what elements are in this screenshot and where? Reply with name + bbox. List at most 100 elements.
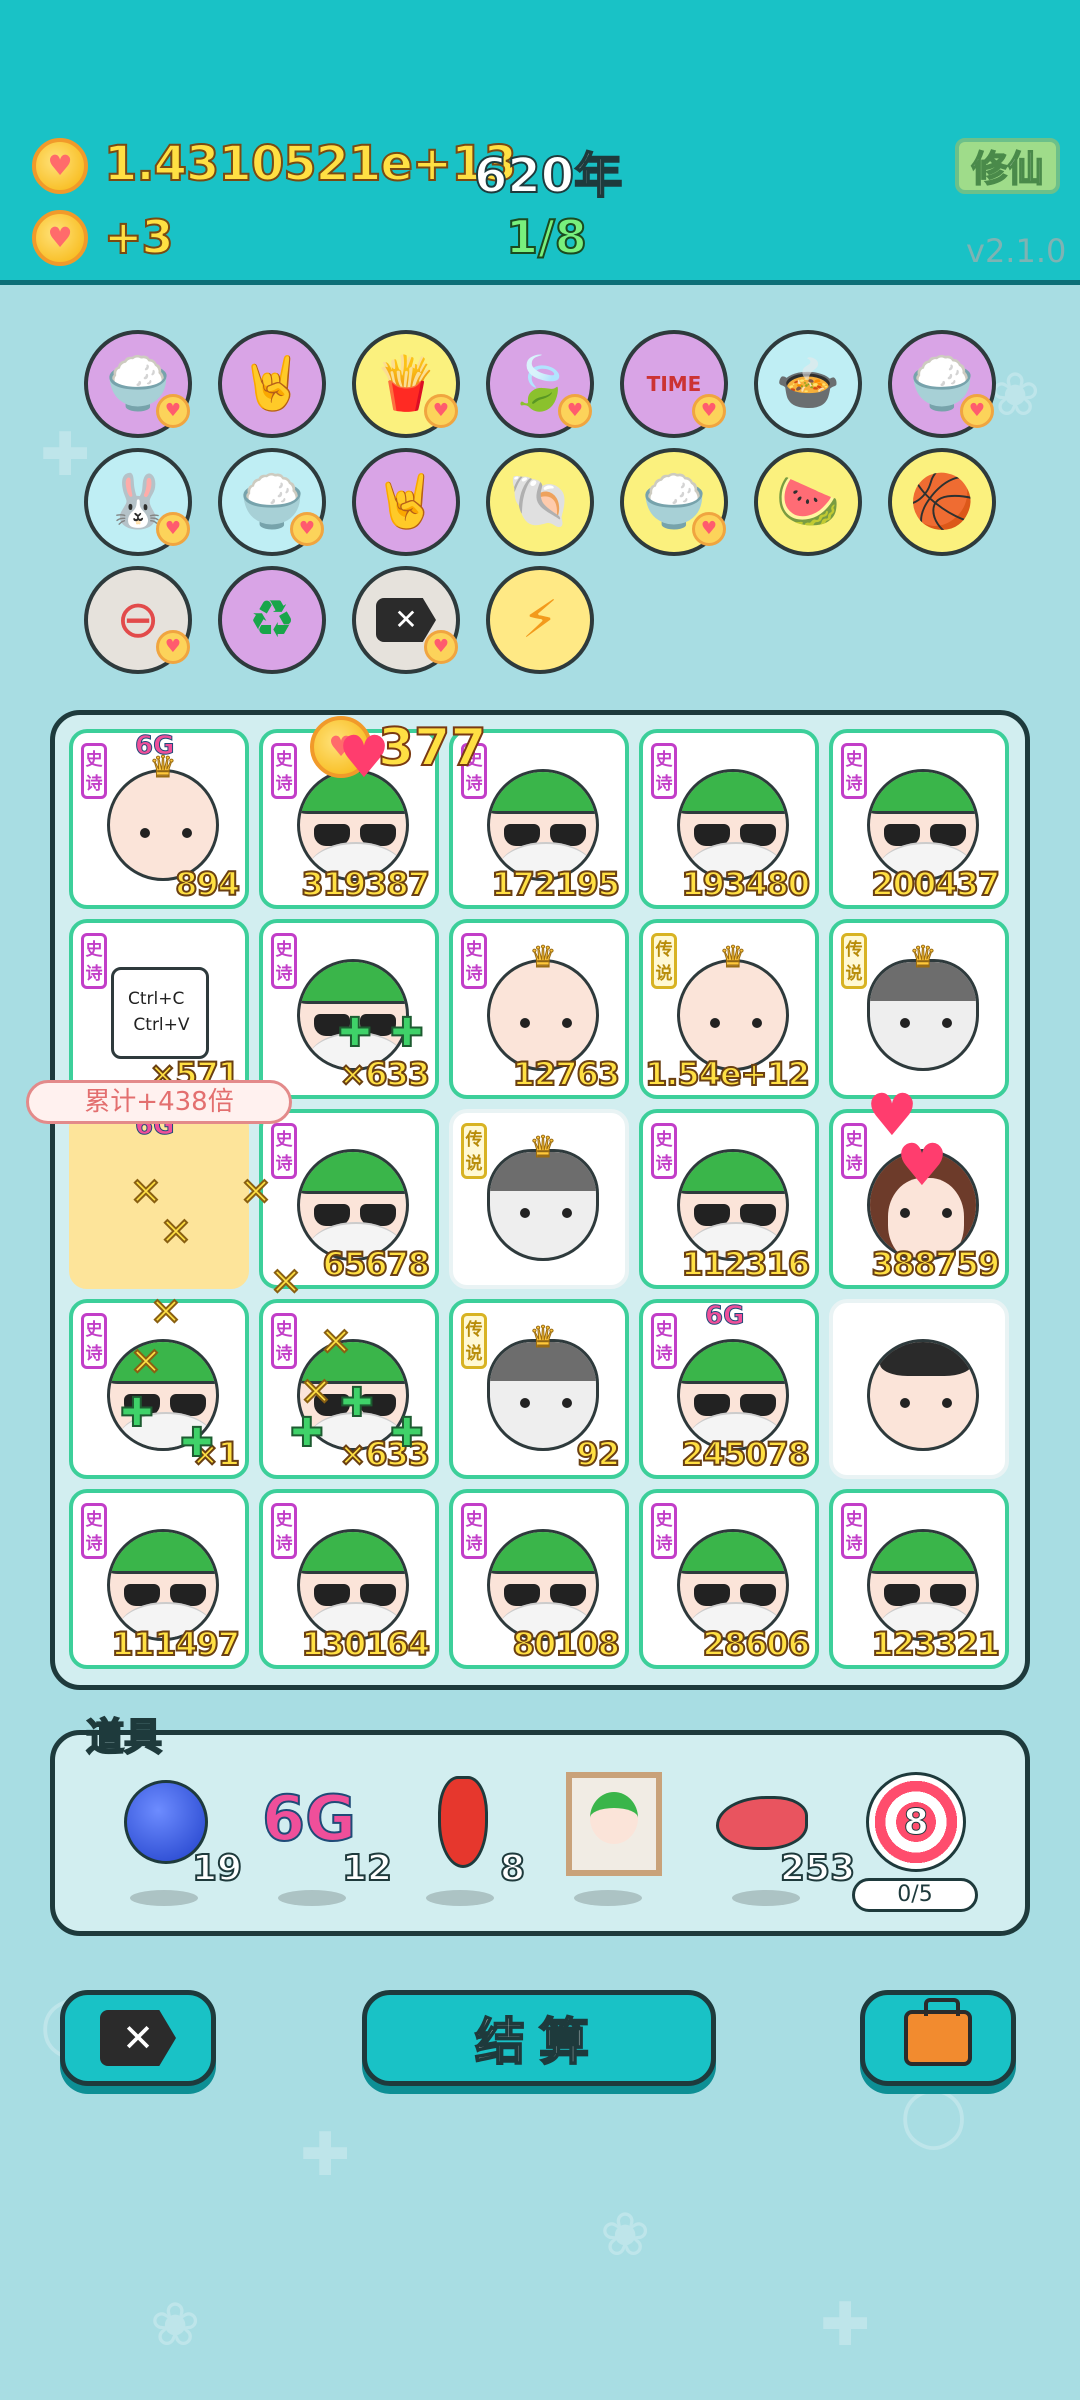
epic-tag: 史诗: [651, 1313, 677, 1369]
epic-tag: 史诗: [651, 1123, 677, 1179]
tile-value: 130164: [300, 1624, 431, 1664]
coin-rate-icon: [32, 210, 88, 266]
target-icon: 8: [866, 1772, 966, 1872]
plus-effect-icon: ✚: [389, 1009, 424, 1057]
crown-icon: ♛: [529, 1130, 557, 1165]
board-tile[interactable]: 史诗 200437: [829, 729, 1009, 909]
heart-badge-icon: ♥: [424, 630, 458, 664]
plus-effect-icon: ✚: [339, 1379, 374, 1427]
x-effect-icon: ✕: [129, 1339, 163, 1385]
rice-bowl-icon[interactable]: 🍚 ♥: [620, 448, 728, 556]
board-tile[interactable]: 史诗 123321: [829, 1489, 1009, 1669]
board-tile[interactable]: 史诗 6G 245078: [639, 1299, 819, 1479]
settle-label: 结算: [474, 2012, 603, 2072]
board-tile[interactable]: 史诗 193480: [639, 729, 819, 909]
tile-value: 80108: [512, 1624, 621, 1664]
fries-icon[interactable]: 🍟 ♥: [352, 330, 460, 438]
epic-tag: 史诗: [651, 743, 677, 799]
x-effect-icon: ✕: [149, 1289, 183, 1335]
coin-total: 1.4310521e+13: [103, 135, 518, 193]
remove-tile-button[interactable]: ✕: [60, 1990, 216, 2086]
time-magazine-icon[interactable]: TIME ♥: [620, 330, 728, 438]
board-tile[interactable]: ♛ 史诗 12763: [449, 919, 629, 1099]
copy-paste-card-icon: Ctrl+C Ctrl+V: [111, 967, 209, 1059]
item-portrait[interactable]: [552, 1760, 672, 1910]
board-tile[interactable]: ♛ 史诗 6G 894: [69, 729, 249, 909]
item-target[interactable]: 8 0/5: [852, 1760, 982, 1912]
board-tile[interactable]: 史诗 111497: [69, 1489, 249, 1669]
item-count: 12: [341, 1847, 393, 1890]
rabbit-icon[interactable]: 🐰 ♥: [84, 448, 192, 556]
board-tile[interactable]: 史诗 28606: [639, 1489, 819, 1669]
merge-board: ♛ 史诗 6G 894 史诗 319387 史诗 172195 史诗 193480 史诗 200437…: [50, 710, 1030, 1690]
board-tile[interactable]: 史诗 130164: [259, 1489, 439, 1669]
tile-value: 388759: [870, 1244, 1001, 1284]
legend-tag: 传说: [461, 1313, 487, 1369]
board-tile[interactable]: Ctrl+C Ctrl+V 史诗 ×571: [69, 919, 249, 1099]
rock-hand-icon[interactable]: 🤘: [218, 330, 326, 438]
fruit-basket-icon[interactable]: 🍉: [754, 448, 862, 556]
board-tile[interactable]: ♛ 传说: [829, 919, 1009, 1099]
board-tile[interactable]: ♛ 传说: [449, 1109, 629, 1289]
backspace-icon: ✕: [100, 2010, 176, 2066]
recycle-icon[interactable]: ♻: [218, 566, 326, 674]
tile-value: 245078: [680, 1434, 811, 1474]
heart-badge-icon: ♥: [558, 394, 592, 428]
crown-icon: ♛: [529, 1320, 557, 1355]
basketballs-icon[interactable]: 🏀: [888, 448, 996, 556]
item-shadow: [278, 1890, 346, 1906]
x-effect-icon: ✕: [129, 1169, 163, 1215]
epic-tag: 史诗: [841, 743, 867, 799]
shell-icon[interactable]: 🐚: [486, 448, 594, 556]
coin-icon: [32, 138, 88, 194]
item-chili[interactable]: 8: [404, 1760, 526, 1910]
item-count: 8: [499, 1847, 526, 1890]
board-tile[interactable]: ♛ 传说 92: [449, 1299, 629, 1479]
tile-value: 111497: [110, 1624, 241, 1664]
epic-tag: 史诗: [651, 1503, 677, 1559]
version-label: v2.1.0: [966, 232, 1067, 270]
leaf-icon[interactable]: 🍃 ♥: [486, 330, 594, 438]
bg-decoration: ◯: [900, 2080, 968, 2150]
x-effect-icon: ✕: [239, 1169, 273, 1215]
rock-hand-icon[interactable]: 🤘: [352, 448, 460, 556]
legend-tag: 传说: [461, 1123, 487, 1179]
rice-bowl-icon[interactable]: 🍚 ♥: [84, 330, 192, 438]
rice-bowl-icon[interactable]: 🍚 ♥: [218, 448, 326, 556]
tile-value: 65678: [322, 1244, 431, 1284]
item-blueberry[interactable]: 19: [108, 1760, 243, 1910]
board-tile[interactable]: 史诗 80108: [449, 1489, 629, 1669]
epic-tag: 史诗: [841, 1503, 867, 1559]
tile-value: 319387: [300, 864, 431, 904]
crown-icon: ♛: [909, 940, 937, 975]
board-tile[interactable]: 史诗 112316: [639, 1109, 819, 1289]
item-count: 19: [191, 1847, 243, 1890]
board-tile[interactable]: ♛ 传说 1.54e+12: [639, 919, 819, 1099]
backpack-button[interactable]: [860, 1990, 1016, 2086]
heart-icon: ♥: [896, 1131, 948, 1199]
backspace-icon[interactable]: ✕ ♥: [352, 566, 460, 674]
minus-icon[interactable]: ⊖ ♥: [84, 566, 192, 674]
xiuxian-button[interactable]: 修仙: [955, 138, 1060, 194]
husky-dog-icon: [487, 1149, 599, 1261]
epic-tag: 史诗: [841, 1123, 867, 1179]
item-liver[interactable]: 253: [710, 1760, 856, 1910]
rice-bowl-icon[interactable]: 🍚 ♥: [888, 330, 996, 438]
item-6g[interactable]: 6G 12: [256, 1760, 393, 1910]
tile-value: 12763: [512, 1054, 621, 1094]
bg-decoration: ❀: [990, 360, 1041, 430]
board-tile[interactable]: 史诗 ×633: [259, 919, 439, 1099]
tile-value: 172195: [490, 864, 621, 904]
plus-effect-icon: ✚: [289, 1409, 324, 1457]
pot-duck-icon[interactable]: 🍲: [754, 330, 862, 438]
settle-button[interactable]: 结算: [362, 1990, 716, 2086]
lightning-icon[interactable]: ⚡: [486, 566, 594, 674]
epic-tag: 史诗: [461, 1503, 487, 1559]
plus-effect-icon: ✚: [179, 1419, 214, 1467]
item-shadow: [130, 1890, 198, 1906]
epic-tag: 史诗: [271, 1313, 297, 1369]
board-tile[interactable]: [829, 1299, 1009, 1479]
tile-value: 894: [174, 864, 241, 904]
target-label: 8: [903, 1801, 929, 1843]
heart-badge-icon: ♥: [424, 394, 458, 428]
